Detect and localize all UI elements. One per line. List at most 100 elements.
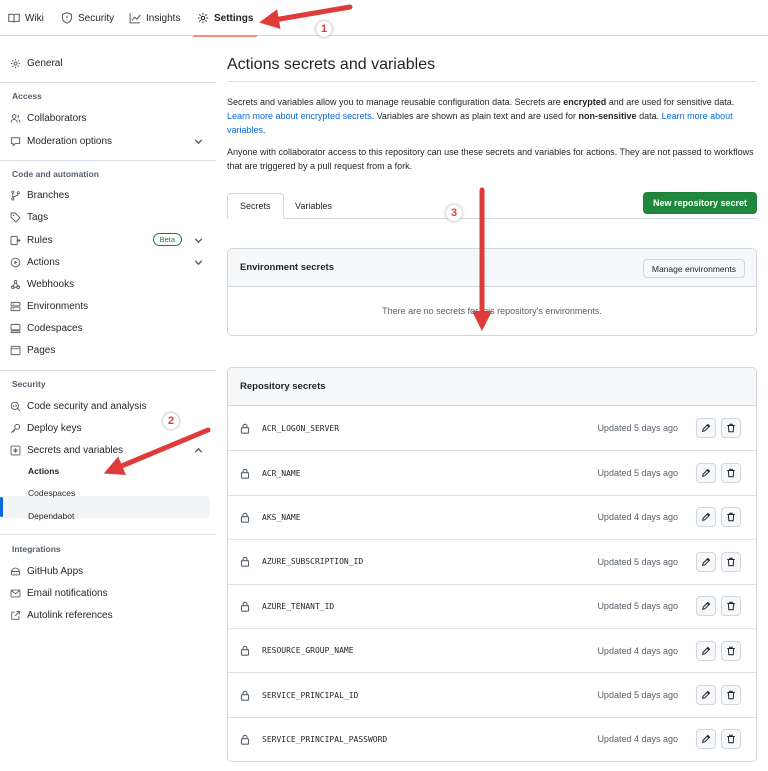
delete-secret-button[interactable] [721,729,741,750]
sidebar-item-general[interactable]: General [10,53,210,73]
delete-secret-button[interactable] [721,640,741,661]
mail-icon [10,589,21,597]
sidebar-item-label: General [27,57,63,69]
sidebar-item-label: Webhooks [27,278,75,290]
environment-secrets-box: Environment secrets Manage environments … [227,248,757,336]
sidebar-item-label: Codespaces [27,322,83,334]
edit-secret-button[interactable] [696,463,716,484]
sidebar-item-label: Actions [27,256,60,268]
trash-icon [727,646,735,655]
environment-secrets-title: Environment secrets [240,262,334,273]
secret-row: AZURE_SUBSCRIPTION_ID Updated 5 days ago [228,539,756,583]
edit-secret-button[interactable] [696,596,716,617]
page-title: Actions secrets and variables [227,56,436,73]
intro-text: and are used for sensitive data. [606,97,735,107]
edit-secret-button[interactable] [696,507,716,528]
sidebar-item-label: Environments [27,300,89,312]
sidebar-heading-integrations: Integrations [12,544,61,554]
sidebar-item-webhooks[interactable]: Webhooks [10,274,210,294]
lock-icon [240,734,250,745]
chevron-down-icon[interactable] [193,136,204,147]
manage-environments-button[interactable]: Manage environments [642,259,745,278]
sidebar-item-label: Rules [27,234,53,246]
sidebar-item-email-notifications[interactable]: Email notifications [10,583,210,603]
sidebar-item-secrets-variables[interactable]: Secrets and variables [10,440,210,460]
shield-icon [61,12,73,24]
server-icon [10,301,21,311]
trash-icon [727,513,735,522]
sidebar-item-github-apps[interactable]: GitHub Apps [10,561,210,581]
sidebar-item-actions[interactable]: Actions [10,252,210,272]
link-external-icon [11,610,21,620]
sidebar-subitem-actions[interactable]: Actions [28,461,59,481]
delete-secret-button[interactable] [721,685,741,706]
pencil-icon [701,513,711,522]
browser-icon [10,345,21,355]
secret-row: ACR_LOGON_SERVER Updated 5 days ago [228,406,756,450]
sidebar-item-collaborators[interactable]: Collaborators [10,108,210,128]
sidebar-subitem-codespaces[interactable]: Codespaces [28,483,75,503]
sidebar-item-environments[interactable]: Environments [10,296,210,316]
sidebar-divider [0,82,216,83]
pencil-icon [701,468,711,478]
tab-wiki[interactable]: Wiki [8,0,44,36]
sidebar-item-label: Moderation options [27,135,113,147]
sidebar-item-autolink[interactable]: Autolink references [10,605,210,625]
lock-icon [240,512,250,523]
secrets-list: ACR_LOGON_SERVER Updated 5 days ago ACR_NA… [228,406,756,761]
sidebar-item-rules[interactable]: Rules Beta [10,230,210,250]
chevron-down-icon[interactable] [193,257,204,268]
edit-secret-button[interactable] [696,729,716,750]
secret-name: AZURE_TENANT_ID [262,601,335,611]
pencil-icon [701,557,711,566]
sidebar-item-label: Pages [27,344,56,356]
tab-settings[interactable]: Settings [192,0,258,37]
sidebar-item-tags[interactable]: Tags [10,207,210,227]
chevron-down-icon[interactable] [193,235,204,246]
chevron-up-icon[interactable] [193,445,204,456]
sidebar-item-code-security[interactable]: Code security and analysis [10,396,210,416]
secret-updated: Updated 5 days ago [597,690,678,701]
edit-secret-button[interactable] [696,640,716,661]
gear-icon [197,12,209,24]
sidebar-item-deploy-keys[interactable]: Deploy keys [10,418,210,438]
secret-name: AKS_NAME [262,512,301,522]
sidebar-subitem-dependabot[interactable]: Dependabot [28,506,74,526]
repository-secrets-title: Repository secrets [240,381,326,392]
apps-icon [10,567,21,575]
edit-secret-button[interactable] [696,551,716,572]
delete-secret-button[interactable] [721,463,741,484]
new-repository-secret-button[interactable]: New repository secret [642,192,757,214]
codescan-icon [10,401,21,411]
sidebar-item-moderation[interactable]: Moderation options [10,131,210,151]
sidebar-item-codespaces[interactable]: Codespaces [10,318,210,338]
beta-badge: Beta [152,233,182,246]
step-number-3: 3 [446,205,462,221]
branch-icon [11,190,20,200]
tab-secrets[interactable]: Secrets [227,193,284,219]
repo-nav: Wiki Security Insights Settings [0,0,768,37]
delete-secret-button[interactable] [721,551,741,572]
people-icon [10,113,21,123]
lock-icon [240,690,250,701]
sidebar-item-pages[interactable]: Pages [10,340,210,360]
tab-security[interactable]: Security [61,0,114,36]
sidebar-item-branches[interactable]: Branches [10,185,210,205]
delete-secret-button[interactable] [721,596,741,617]
tab-label: Insights [146,12,181,24]
rules-icon [10,235,21,245]
delete-secret-button[interactable] [721,418,741,439]
tab-variables[interactable]: Variables [283,193,344,219]
secret-row: RESOURCE_GROUP_NAME Updated 4 days ago [228,627,756,672]
learn-secrets-link[interactable]: Learn more about encrypted secrets [227,111,372,121]
tab-insights[interactable]: Insights [129,0,180,36]
comment-icon [10,136,21,147]
delete-secret-button[interactable] [721,507,741,528]
step-number-1: 1 [316,21,332,37]
intro-text: Secrets and variables allow you to manag… [227,97,564,107]
environment-secrets-empty: There are no secrets for this repository… [382,306,602,316]
secret-name: SERVICE_PRINCIPAL_ID [262,690,359,700]
title-divider [227,81,757,82]
edit-secret-button[interactable] [696,418,716,439]
edit-secret-button[interactable] [696,685,716,706]
